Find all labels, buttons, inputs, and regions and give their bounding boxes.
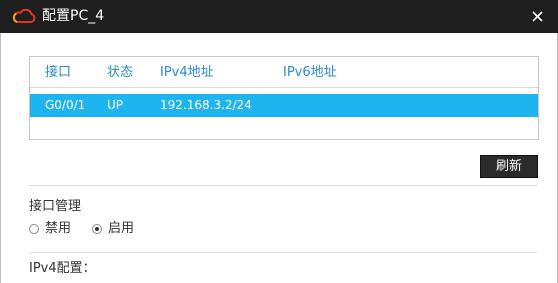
cell-ipv4: 192.168.3.2/24 bbox=[160, 98, 252, 112]
column-header-status: 状态 bbox=[107, 65, 134, 80]
cloud-icon bbox=[12, 8, 36, 24]
interface-management-title: 接口管理 bbox=[29, 199, 82, 214]
close-button[interactable] bbox=[527, 6, 549, 28]
title-bar: 配置PC_4 bbox=[0, 0, 558, 33]
radio-disable[interactable]: 禁用 bbox=[29, 222, 73, 238]
column-header-interface: 接口 bbox=[45, 65, 72, 80]
refresh-button[interactable]: 刷新 bbox=[480, 155, 538, 178]
window-title: 配置PC_4 bbox=[42, 8, 105, 24]
divider bbox=[29, 252, 537, 253]
close-icon bbox=[532, 11, 543, 22]
radio-enable-circle[interactable] bbox=[92, 224, 102, 234]
radio-disable-circle[interactable] bbox=[29, 224, 39, 234]
table-header: 接口 状态 IPv4地址 IPv6地址 bbox=[30, 57, 538, 88]
column-header-ipv4: IPv4地址 bbox=[160, 65, 214, 80]
cell-status: UP bbox=[107, 98, 124, 112]
radio-disable-label: 禁用 bbox=[45, 221, 72, 236]
cell-interface: G0/0/1 bbox=[45, 98, 86, 112]
divider bbox=[29, 185, 537, 186]
radio-enable[interactable]: 启用 bbox=[92, 222, 136, 238]
radio-enable-label: 启用 bbox=[108, 221, 135, 236]
column-header-ipv6: IPv6地址 bbox=[283, 65, 337, 80]
interface-table: 接口 状态 IPv4地址 IPv6地址 G0/0/1 UP 192.168.3.… bbox=[29, 56, 539, 140]
table-row[interactable]: G0/0/1 UP 192.168.3.2/24 bbox=[30, 94, 538, 117]
ipv4-config-title: IPv4配置： bbox=[29, 261, 96, 276]
